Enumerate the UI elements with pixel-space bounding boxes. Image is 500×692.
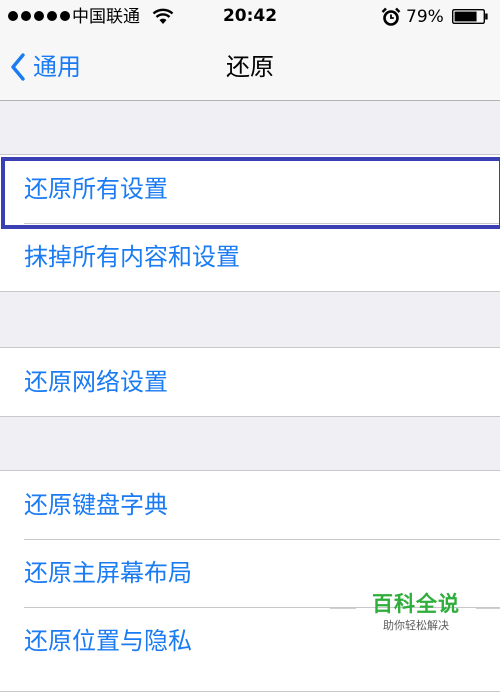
reset-group-3: 还原键盘字典 还原主屏幕布局 还原位置与隐私 xyxy=(0,470,500,692)
reset-group-1: 还原所有设置 抹掉所有内容和设置 xyxy=(0,154,500,292)
row-label: 还原主屏幕布局 xyxy=(24,559,192,587)
row-label: 还原网络设置 xyxy=(24,368,168,396)
alarm-icon xyxy=(381,7,401,26)
reset-network-settings-row[interactable]: 还原网络设置 xyxy=(0,348,500,416)
navigation-bar: 通用 还原 xyxy=(0,34,500,101)
watermark-title: 百科全说 xyxy=(372,592,460,616)
row-label: 抹掉所有内容和设置 xyxy=(24,243,240,271)
reset-group-2: 还原网络设置 xyxy=(0,347,500,417)
watermark-divider-left xyxy=(330,608,356,609)
battery-percentage: 79% xyxy=(406,7,444,27)
watermark-subtitle: 助你轻松解决 xyxy=(383,619,449,632)
row-label: 还原键盘字典 xyxy=(24,491,168,519)
row-label: 还原位置与隐私 xyxy=(24,627,192,655)
reset-all-settings-row[interactable]: 还原所有设置 xyxy=(0,155,500,223)
row-label: 还原所有设置 xyxy=(24,175,168,203)
watermark-logo: 百科全说 助你轻松解决 xyxy=(358,590,474,634)
watermark-divider-right xyxy=(476,608,500,609)
reset-keyboard-dictionary-row[interactable]: 还原键盘字典 xyxy=(0,471,500,539)
status-bar: 中国联通 20:42 79% xyxy=(0,0,500,34)
erase-all-content-and-settings-row[interactable]: 抹掉所有内容和设置 xyxy=(0,223,500,291)
battery-icon xyxy=(452,9,488,24)
page-title: 还原 xyxy=(226,53,274,81)
